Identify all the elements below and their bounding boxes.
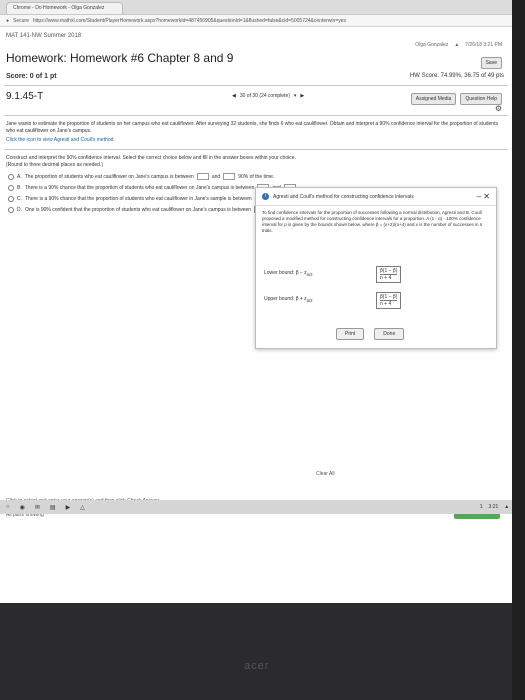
method-hint-link[interactable]: Click the icon to view Agresti and Coull… <box>6 137 506 144</box>
clock: 3:21 <box>488 504 499 510</box>
question-position[interactable]: 30 of 30 (24 complete) <box>240 93 290 99</box>
option-letter: A. <box>17 173 22 180</box>
docs-icon[interactable]: ▤ <box>50 504 56 511</box>
question-tools: Assigned Media Question Help <box>410 93 502 105</box>
option-d[interactable]: D. One is 90% confident that the proport… <box>8 206 293 213</box>
course-name: MAT 141-NW Summer 2018 <box>6 33 82 39</box>
youtube-icon[interactable]: ▶ <box>66 504 71 511</box>
print-button[interactable]: Print <box>336 328 365 340</box>
address-bar[interactable]: ● Secure https://www.mathxl.com/Student/… <box>0 15 512 27</box>
option-text: The proportion of students who eat cauli… <box>24 173 194 180</box>
clear-all-button[interactable]: Clear All <box>316 471 335 477</box>
option-text: One is 90% confident that the proportion… <box>25 206 252 213</box>
option-letter: D. <box>17 206 22 213</box>
option-a[interactable]: A. The proportion of students who eat ca… <box>8 173 274 180</box>
score-text: Score: 0 of 1 pt <box>6 73 57 80</box>
option-mid: and <box>211 173 221 180</box>
lock-icon: ● <box>6 17 10 24</box>
gear-icon[interactable]: ⚙ <box>495 104 502 113</box>
alpha-subscript: α/2 <box>306 272 313 277</box>
dialog-header: i Agresti and Coull's method for constru… <box>256 188 496 206</box>
browser-tab-strip: Chrome - Do Homework - Olga Gonzalez <box>0 0 512 15</box>
next-question-icon[interactable]: ▶ <box>300 93 304 99</box>
question-navigator: ◀ 30 of 30 (24 complete) ▾ ▶ <box>232 93 304 99</box>
radio-b[interactable] <box>8 184 14 191</box>
chrome-icon[interactable]: ◉ <box>20 504 25 511</box>
gmail-icon[interactable]: ✉ <box>35 504 40 511</box>
option-text: There is a 90% chance that the proportio… <box>25 195 252 202</box>
homework-page: MAT 141-NW Summer 2018 Olga Gonzalez ▲ 7… <box>0 27 512 603</box>
fraction-denominator: n + 4 <box>380 274 398 281</box>
question-number: 9.1.45-T <box>6 91 44 102</box>
option-end: 90% of the time. <box>238 173 275 180</box>
notification-count: 1 <box>479 504 483 510</box>
question-prompt: Jane wants to estimate the proportion of… <box>6 121 498 134</box>
rounding-note: (Round to three decimal places as needed… <box>6 162 104 168</box>
fraction-numerator: p̃(1 − p̃) <box>380 268 398 274</box>
close-icon[interactable]: – ✕ <box>477 192 490 201</box>
option-c[interactable]: C. There is a 90% chance that the propor… <box>8 195 293 202</box>
page-title: Homework: Homework #6 Chapter 8 and 9 <box>6 51 234 65</box>
dialog-buttons: Print Done <box>336 328 405 340</box>
browser-tab[interactable]: Chrome - Do Homework - Olga Gonzalez <box>6 2 124 14</box>
done-button[interactable]: Done <box>374 328 405 340</box>
divider <box>4 149 508 150</box>
fraction-numerator: p̃(1 − p̃) <box>380 294 398 300</box>
secure-label: Secure <box>13 17 29 24</box>
dialog-title: Agresti and Coull's method for construct… <box>273 193 414 200</box>
drive-icon[interactable]: △ <box>80 504 85 511</box>
prev-question-icon[interactable]: ◀ <box>232 93 236 99</box>
lower-sqrt-fraction: p̃(1 − p̃) n + 4 <box>376 266 402 283</box>
answer-box[interactable] <box>196 173 209 180</box>
assigned-media-button[interactable]: Assigned Media <box>410 93 457 105</box>
radio-a[interactable] <box>8 173 14 180</box>
dialog-body: To find confidence intervals for the pro… <box>262 210 483 233</box>
os-shelf: ○ ◉ ✉ ▤ ▶ △ 1 3:21 ▲ ▮ <box>0 500 524 514</box>
answer-box[interactable] <box>223 173 236 180</box>
option-text: There is a 90% chance that the proportio… <box>24 184 255 191</box>
radio-c[interactable] <box>8 195 14 202</box>
radio-d[interactable] <box>8 206 14 213</box>
upper-bound-formula: Upper bound: p̃ + zα/2 <box>264 296 313 303</box>
upper-bound-label: Upper bound: p̃ + z <box>264 296 307 302</box>
user-info: Olga Gonzalez ▲ 7/26/18 3:21 PM <box>415 42 502 48</box>
dropdown-icon[interactable]: ▾ <box>294 93 297 99</box>
warning-icon: ▲ <box>454 42 460 48</box>
url-text[interactable]: https://www.mathxl.com/Student/PlayerHom… <box>33 18 346 24</box>
divider <box>4 115 508 116</box>
instruction-text: Construct and interpret the 90% confiden… <box>6 155 296 161</box>
divider <box>4 85 508 86</box>
launcher-icon[interactable]: ○ <box>6 504 10 510</box>
option-b[interactable]: B. There is a 90% chance that the propor… <box>8 184 296 191</box>
method-dialog: i Agresti and Coull's method for constru… <box>255 187 497 349</box>
upper-sqrt-fraction: p̃(1 − p̃) n + 4 <box>376 292 402 309</box>
date-time: 7/26/18 3:21 PM <box>465 42 502 48</box>
lower-bound-label: Lower bound: p̃ − z <box>264 270 307 276</box>
wifi-icon: ▲ <box>504 504 510 510</box>
hw-score-text: HW Score: 74.99%, 36.75 of 49 pts <box>409 73 504 79</box>
fraction-denominator: n + 4 <box>380 300 398 307</box>
info-icon: i <box>262 193 269 200</box>
option-letter: B. <box>17 184 22 191</box>
option-letter: C. <box>17 195 22 202</box>
screen-edge <box>512 0 525 700</box>
alpha-subscript: α/2 <box>306 298 313 303</box>
lower-bound-formula: Lower bound: p̃ − zα/2 <box>264 270 313 277</box>
user-name[interactable]: Olga Gonzalez <box>415 42 448 48</box>
laptop-bezel <box>0 603 525 700</box>
brand-logo: acer <box>244 660 270 672</box>
save-button[interactable]: Save <box>480 57 502 69</box>
laptop-screen: Chrome - Do Homework - Olga Gonzalez ● S… <box>0 0 524 603</box>
